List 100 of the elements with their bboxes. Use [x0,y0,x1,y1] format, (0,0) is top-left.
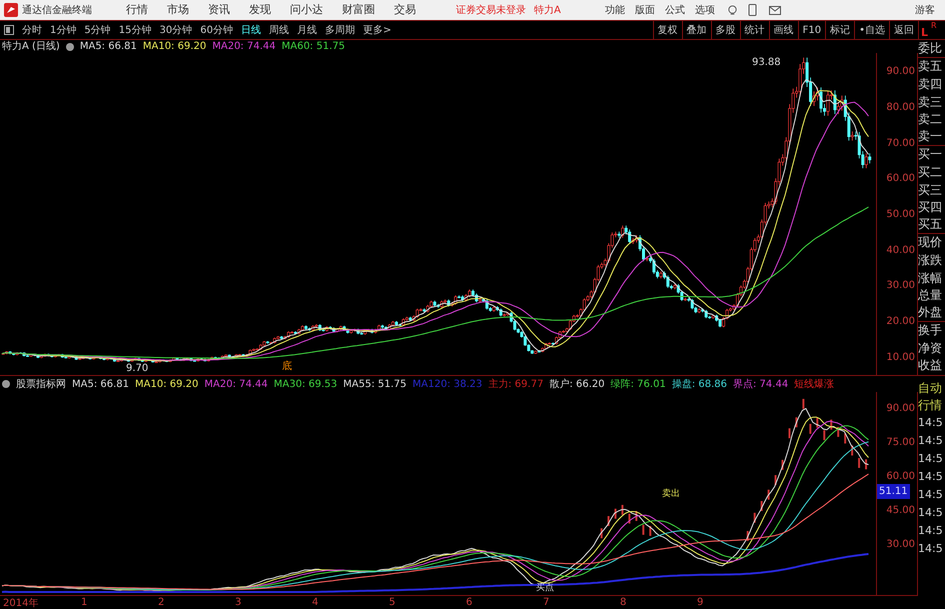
square-icon[interactable] [4,25,14,35]
toolbar-item[interactable]: 选项 [694,2,715,18]
axis-tick-label: 90.00 [886,402,915,416]
toolbar-item[interactable]: 功能 [604,2,625,18]
layout-toggle[interactable]: R [931,22,937,30]
axis-tick-label: 40.00 [886,244,915,258]
quote-row-label: 买三 [918,182,943,198]
quote-row-label: 买四 [918,199,943,216]
menu-item[interactable]: 市场 [167,2,189,18]
tick-time: 14:5 [918,504,944,520]
quote-row-label: 总量 [918,287,943,304]
indicator-value: MA10: 69.20 [142,40,206,54]
chart-tool-button[interactable]: 画线 [768,21,798,39]
menu-item[interactable]: 资讯 [208,2,230,18]
indicator-value: MA30: 69.53 [274,378,338,392]
quote-row-label: 卖二 [918,111,943,128]
quote-row-label: 涨跌 [918,252,943,269]
date-tick-label: 6 [466,596,474,609]
indicator-value: MA120: 38.23 [412,378,482,392]
toolbar-item[interactable]: 版面 [634,2,655,18]
menu-item[interactable]: 问小达 [290,2,323,18]
axis-tick-label: 10.00 [886,350,915,365]
mail-icon[interactable] [768,6,781,14]
chart-tool-button[interactable]: F10 [798,21,826,39]
chart-tool-button[interactable]: 复权 [652,21,682,39]
indicator-value: MA5: 66.81 [72,378,130,392]
menu-item[interactable]: 交易 [394,2,416,18]
indicator-value: 散户: 66.20 [549,378,605,392]
indicator-value: MA60: 51.75 [282,40,345,54]
date-tick-label: 8 [620,596,628,609]
period-tab[interactable]: 15分钟 [118,22,152,38]
quote-row-label: 卖五 [918,58,943,76]
date-tick-label: 4 [312,596,320,609]
indicator-name: 股票指标网 [16,378,66,392]
quote-row-label: 卖一 [918,128,945,146]
user-label[interactable]: 游客 [915,2,935,18]
axis-tick-label: 30.00 [886,538,915,552]
current-value-badge: 51.11 [877,484,910,499]
tick-time: 14:5 [918,414,944,430]
quote-row-label: 买一 [918,146,943,164]
toolbar-item[interactable]: 公式 [664,2,685,18]
period-tab[interactable]: 多周期 [324,22,355,38]
chart-tool-button[interactable]: 返回 [889,21,918,39]
quote-row-label: 买二 [918,164,943,181]
menu-item[interactable]: 发现 [249,2,271,18]
indicator-value: 主力: 69.77 [488,378,544,392]
more-button[interactable]: 更多> [362,22,392,38]
settings-icon[interactable] [66,42,74,50]
tick-time: 14:5 [918,468,944,484]
chart-tool-button[interactable]: 多股 [710,21,740,39]
date-tick-label: 7 [543,596,550,609]
quote-row-label: 涨幅 [918,270,943,286]
quote-row-label: 外盘 [918,304,945,322]
auto-quote-label[interactable]: 自动 [918,379,945,396]
layout-toggle[interactable]: L [921,27,928,38]
axis-tick-label: 45.00 [886,504,915,518]
indicator-value: 短线爆涨 [794,378,834,392]
period-tab[interactable]: 周线 [268,22,289,38]
period-tab[interactable]: 5分钟 [84,22,111,38]
period-tab[interactable]: 月线 [296,22,317,38]
bulb-icon[interactable] [726,4,738,16]
signal-label: 卖出 [662,488,680,501]
indicator-value: 操盘: 68.86 [672,378,727,392]
period-tab[interactable]: 60分钟 [200,22,233,38]
period-tab[interactable]: 分时 [22,22,42,38]
quote-row-label: 现价 [918,234,943,252]
quote-row-label: 收益 [918,357,943,374]
tick-time: 14:5 [918,486,944,502]
bottom-marker: 底 [282,362,292,372]
quote-row-label: 卖四 [918,76,943,93]
indicator-value: MA55: 51.75 [343,378,407,392]
quote-row-label: 换手 [918,322,943,340]
indicator-value: MA20: 74.44 [212,40,276,54]
axis-tick-label: 20.00 [886,315,915,330]
chart-tool-button[interactable]: •自选 [854,21,889,39]
period-tab[interactable]: 1分钟 [50,22,76,38]
menu-item[interactable]: 财富圈 [342,2,375,18]
high-price-label: 93.88 [752,56,781,70]
phone-icon[interactable] [748,4,757,16]
axis-tick-label: 50.00 [886,208,915,222]
axis-tick-label: 90.00 [886,65,915,80]
quote-row-label: 卖三 [918,94,943,110]
tick-time: 14:5 [918,450,944,466]
tick-time: 14:5 [918,432,944,448]
period-tab[interactable]: 日线 [240,22,261,38]
chart-tool-button[interactable]: 叠加 [682,21,711,39]
settings-icon[interactable] [2,380,10,388]
auto-quote-label[interactable]: 行情 [918,396,945,413]
chart-tool-button[interactable]: 标记 [825,21,854,39]
date-tick-label: 9 [697,596,704,609]
axis-tick-label: 30.00 [886,279,915,294]
period-tab[interactable]: 30分钟 [159,22,192,38]
date-tick-label: 5 [389,596,396,609]
tick-time: 14:5 [918,522,944,538]
chart-tool-button[interactable]: 统计 [740,21,769,39]
axis-tick-label: 80.00 [886,101,915,115]
low-price-label: 9.70 [126,362,148,376]
menu-item[interactable]: 行情 [126,2,148,18]
date-tick-label: 2014年 [2,597,40,609]
tick-time: 14:5 [918,540,944,556]
